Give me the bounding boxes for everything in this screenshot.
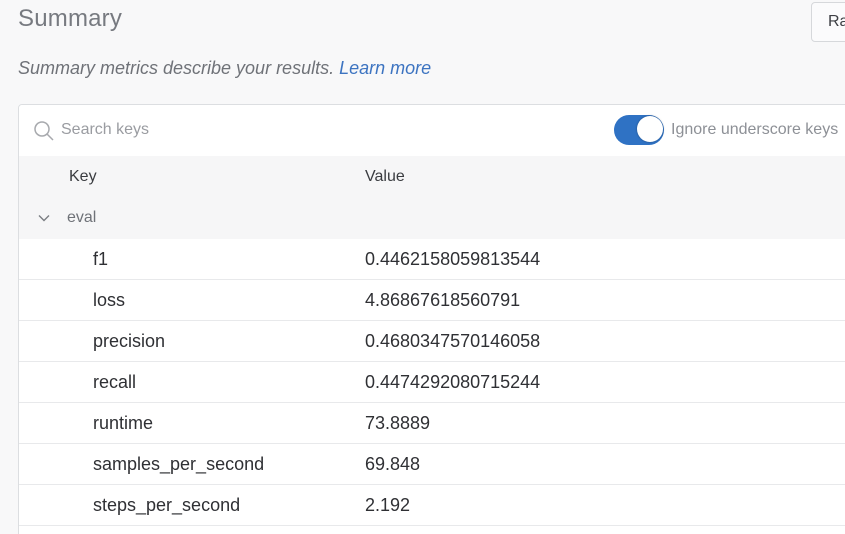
row-key: runtime	[93, 413, 154, 433]
table-header: Key Value	[19, 156, 845, 199]
ignore-underscore-toggle[interactable]	[614, 115, 664, 145]
summary-table-panel: Ignore underscore keys Key Value eval f1…	[18, 104, 845, 534]
row-value: 73.8889	[365, 413, 431, 433]
row-key: precision	[93, 331, 166, 351]
subtitle-text: Summary metrics describe your results.	[18, 58, 335, 78]
row-value: 0.4474292080715244	[365, 372, 541, 392]
table-row: recall 0.4474292080715244	[19, 362, 845, 403]
column-header-key: Key	[69, 168, 97, 185]
toggle-label: Ignore underscore keys	[671, 121, 839, 138]
toggle-knob	[637, 116, 663, 142]
table-row: f1 0.4462158059813544	[19, 239, 845, 280]
chevron-down-icon[interactable]	[38, 212, 50, 224]
page-subtitle: Summary metrics describe your results. L…	[18, 58, 431, 79]
row-key: steps_per_second	[93, 495, 241, 515]
row-key: samples_per_second	[93, 454, 265, 474]
table-row: loss 4.86867618560791	[19, 280, 845, 321]
row-key: recall	[93, 372, 137, 392]
row-key: loss	[93, 290, 126, 310]
learn-more-link[interactable]: Learn more	[339, 58, 431, 78]
row-value: 4.86867618560791	[365, 290, 521, 310]
runs-button-label: Ra	[828, 13, 845, 30]
row-value: 0.4680347570146058	[365, 331, 541, 351]
table-row: samples_per_second 69.848	[19, 444, 845, 485]
row-value: 0.4462158059813544	[365, 249, 541, 269]
table-row: runtime 73.8889	[19, 403, 845, 444]
table-body: f1 0.4462158059813544 loss 4.86867618560…	[19, 239, 845, 526]
summary-page: Summary Ra Summary metrics describe your…	[0, 0, 845, 534]
search-icon	[34, 121, 54, 141]
table-row: steps_per_second 2.192	[19, 485, 845, 526]
search-bar: Ignore underscore keys	[19, 105, 845, 157]
runs-button[interactable]: Ra	[811, 2, 845, 42]
row-key: f1	[93, 249, 109, 269]
column-header-value: Value	[365, 168, 405, 185]
table-row: precision 0.4680347570146058	[19, 321, 845, 362]
row-value: 69.848	[365, 454, 421, 474]
search-input[interactable]	[61, 117, 461, 143]
page-title: Summary	[18, 5, 123, 32]
group-label: eval	[67, 209, 97, 226]
row-value: 2.192	[365, 495, 411, 515]
group-row-eval[interactable]: eval	[19, 198, 845, 240]
